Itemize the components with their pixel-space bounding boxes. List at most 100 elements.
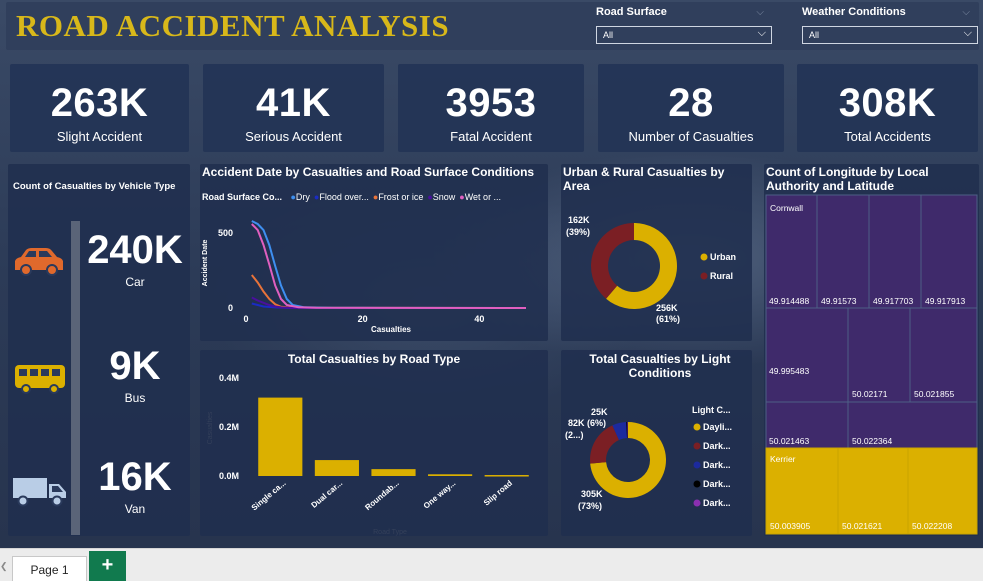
data-label: 82K (6%) [568, 418, 606, 428]
treemap-cell [909, 307, 978, 403]
data-label: (39%) [566, 227, 590, 237]
x-axis-label: Road Type [373, 529, 407, 536]
x-tick-label: One way... [422, 479, 458, 511]
treemap-leaf-label: 49.914488 [769, 296, 809, 306]
add-page-button[interactable]: + [89, 551, 126, 581]
treemap-leaf-label: 50.022208 [912, 521, 952, 531]
legend-dot [700, 253, 708, 261]
legend-dot [693, 480, 701, 488]
chart-title: Accident Date by Casualties and Road Sur… [202, 165, 535, 179]
divider [71, 221, 80, 535]
bar-chart: 0.0M 0.2M 0.4M Casualties Single ca... Dual c… [207, 373, 529, 536]
legend-label: Dark... [703, 498, 731, 508]
y-axis-label: Casualties [207, 411, 214, 444]
kpi-label: Fatal Accident [450, 129, 532, 144]
series-line [251, 274, 527, 309]
treemap-leaf-label: 50.021621 [842, 521, 882, 531]
treemap-cell [868, 194, 922, 309]
data-label: 256K [656, 303, 678, 313]
kpi-label: Serious Accident [245, 129, 342, 144]
y-tick-label: 0.2M [219, 422, 239, 432]
chart-legend: Road Surface Co... ●Dry ●Flood over... ●Fr… [202, 187, 501, 202]
legend-label: Dark... [703, 441, 731, 451]
chevron-down-icon: ⌵ [757, 27, 766, 39]
treemap-chart: Cornwall 49.914488 49.91573 49.917703 49.917… [765, 194, 978, 535]
x-tick-label: 20 [358, 314, 368, 324]
treemap-group-label: Kerrier [770, 454, 796, 464]
treemap-leaf-label: 49.995483 [769, 366, 809, 376]
kpi-value: 263K [50, 81, 149, 125]
slicer-label: Weather Conditions [802, 6, 906, 18]
legend-label: Rural [710, 271, 733, 281]
x-tick-label: 0 [243, 314, 248, 324]
treemap-leaf-label: 50.003905 [770, 521, 810, 531]
x-tick-label: Slip road [482, 479, 514, 508]
chevron-down-icon[interactable]: ⌵ [756, 7, 764, 18]
treemap-cell [920, 194, 978, 309]
dropdown-value: All [603, 30, 614, 40]
kpi-card-slight: 263K Slight Accident [10, 64, 189, 152]
road-surface-dropdown[interactable]: All ⌵ [596, 26, 772, 44]
bar [371, 469, 416, 476]
kpi-label: Number of Casualties [628, 129, 754, 144]
header-bar: ROAD ACCIDENT ANALYSIS Road Surface ⌵ Al… [6, 2, 979, 50]
vehicle-panel: Count of Casualties by Vehicle Type 240K… [8, 164, 190, 536]
bus-icon [15, 365, 65, 394]
legend-label: Dark... [703, 479, 731, 489]
x-tick-label: Dual car... [309, 479, 344, 510]
y-tick-label: 0 [228, 303, 233, 313]
treemap-cell [816, 194, 870, 309]
data-label: (61%) [656, 314, 680, 324]
vehicle-value: 9K [109, 344, 161, 388]
area-donut-panel: Urban & Rural Casualties by Area 256K (61… [561, 164, 752, 341]
light-donut-chart: 305K (73%) 82K (6%) (2...) 25K Light C... Dayl… [565, 405, 732, 511]
page-title: ROAD ACCIDENT ANALYSIS [16, 8, 450, 43]
bar [428, 474, 473, 476]
line-chart-panel: Accident Date by Casualties and Road Sur… [200, 164, 548, 341]
scroll-left-icon[interactable]: ❮ [0, 561, 8, 572]
kpi-card-casualties: 28 Number of Casualties [598, 64, 784, 152]
road-surface-slicer: Road Surface ⌵ All ⌵ [596, 6, 772, 44]
legend-dot [700, 272, 708, 280]
treemap-leaf-label: 50.02171 [852, 389, 888, 399]
page-tab-bar: ❮ Page 1 + [0, 548, 983, 581]
treemap-leaf-label: 49.917913 [925, 296, 965, 306]
y-tick-label: 0.4M [219, 373, 239, 383]
x-tick-label: Roundab... [363, 479, 400, 512]
legend-dot [693, 461, 701, 469]
panel-title: Count of Casualties by Vehicle Type [13, 181, 176, 192]
treemap-cell [847, 307, 911, 403]
data-label: (2...) [565, 430, 584, 440]
area-donut-chart: 256K(61%) 162K (39%) Urban Rural [566, 215, 736, 324]
treemap-leaf-label: 50.021855 [914, 389, 954, 399]
chevron-down-icon[interactable]: ⌵ [962, 7, 970, 18]
bar [314, 460, 359, 476]
treemap-leaf-label: 50.021463 [769, 436, 809, 446]
light-donut-panel: Total Casualties by Light Conditions 305… [561, 350, 752, 536]
slicer-label: Road Surface [596, 6, 667, 18]
kpi-card-serious: 41K Serious Accident [203, 64, 384, 152]
legend-dot [693, 423, 701, 431]
legend-label: Urban [710, 252, 736, 262]
vehicle-value: 240K [87, 228, 183, 272]
treemap-cell [765, 307, 849, 403]
kpi-value: 28 [668, 81, 714, 125]
data-label: 305K [581, 489, 603, 499]
donut-slice [590, 425, 619, 464]
series-line [251, 223, 527, 309]
data-label: 162K [568, 215, 590, 225]
tab-page-1[interactable]: Page 1 [12, 556, 87, 581]
weather-dropdown[interactable]: All ⌵ [802, 26, 978, 44]
kpi-value: 308K [838, 81, 937, 125]
y-axis-label: Accident Date [202, 240, 209, 287]
line-chart: 0 500 0 20 40 Casualties Accident Date [202, 220, 527, 334]
data-label: 25K [591, 407, 608, 417]
kpi-card-fatal: 3953 Fatal Accident [398, 64, 584, 152]
x-axis-label: Casualties [371, 325, 412, 334]
van-icon [13, 478, 66, 507]
y-tick-label: 0.0M [219, 471, 239, 481]
vehicle-label: Car [125, 275, 145, 289]
car-icon [15, 248, 63, 276]
treemap-leaf-label: 50.022364 [852, 436, 892, 446]
bar [258, 397, 303, 476]
